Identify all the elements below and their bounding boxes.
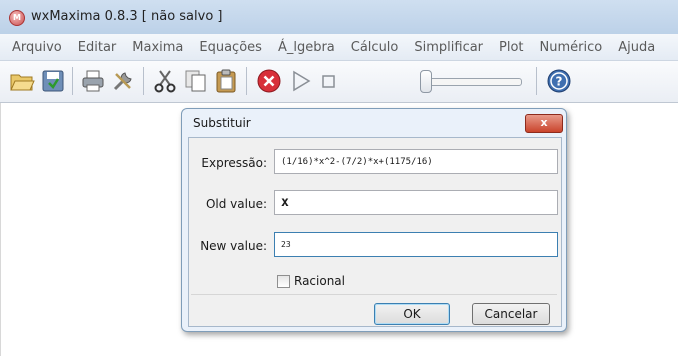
ok-button[interactable]: OK xyxy=(374,303,450,325)
menu-editar[interactable]: Editar xyxy=(70,40,125,55)
toolbar-separator xyxy=(143,67,144,95)
menu-calculo[interactable]: Cálculo xyxy=(343,40,407,55)
paste-icon[interactable] xyxy=(213,68,239,94)
open-folder-icon[interactable] xyxy=(9,68,35,94)
menu-bar: Arquivo Editar Maxima Equações Á_lgebra … xyxy=(0,34,678,61)
substitute-dialog: Substituir x Expressão: (1/16)*x^2-(7/2)… xyxy=(181,108,567,332)
toolbar-separator xyxy=(536,67,537,95)
old-value-field[interactable]: x xyxy=(274,190,558,215)
wxmaxima-app-icon: M xyxy=(9,10,25,26)
cancel-button[interactable]: Cancelar xyxy=(472,303,550,325)
expression-field[interactable]: (1/16)*x^2-(7/2)*x+(1175/16) xyxy=(274,149,558,174)
copy-icon[interactable] xyxy=(183,68,209,94)
racional-checkbox[interactable] xyxy=(277,274,290,288)
dialog-title: Substituir xyxy=(193,116,251,130)
expression-label: Expressão: xyxy=(201,156,267,170)
menu-maxima[interactable]: Maxima xyxy=(124,40,191,55)
close-icon: x xyxy=(540,116,548,129)
old-value-label: Old value: xyxy=(205,197,267,211)
menu-numerico[interactable]: Numérico xyxy=(532,40,611,55)
new-value-label: New value: xyxy=(200,239,267,253)
menu-ajuda[interactable]: Ajuda xyxy=(610,40,663,55)
toolbar-separator xyxy=(72,67,73,95)
toolbar: ? xyxy=(0,61,678,103)
help-icon[interactable]: ? xyxy=(546,68,572,94)
print-icon[interactable] xyxy=(80,68,106,94)
stop-calculation-icon[interactable] xyxy=(256,68,282,94)
play-icon[interactable] xyxy=(288,68,314,94)
menu-arquivo[interactable]: Arquivo xyxy=(4,40,70,55)
new-value-field[interactable]: 23 xyxy=(274,232,558,257)
racional-option[interactable]: Racional xyxy=(277,274,345,288)
dialog-body: Expressão: (1/16)*x^2-(7/2)*x+(1175/16) … xyxy=(188,137,562,327)
dialog-separator xyxy=(191,294,557,295)
toolbar-separator xyxy=(246,67,247,95)
stop-animation-icon[interactable] xyxy=(316,68,342,94)
menu-equacoes[interactable]: Equações xyxy=(191,40,270,55)
animation-slider-thumb[interactable] xyxy=(420,70,432,93)
svg-text:?: ? xyxy=(556,75,563,89)
window-title: wxMaxima 0.8.3 [ não salvo ] xyxy=(31,9,223,24)
close-button[interactable]: x xyxy=(525,114,563,133)
save-icon[interactable] xyxy=(40,68,66,94)
title-bar: M wxMaxima 0.8.3 [ não salvo ] xyxy=(0,0,678,34)
menu-algebra[interactable]: Á_lgebra xyxy=(270,40,343,55)
racional-label: Racional xyxy=(294,274,345,288)
animation-slider-track[interactable] xyxy=(424,78,522,86)
preferences-icon[interactable] xyxy=(110,68,136,94)
menu-simplificar[interactable]: Simplificar xyxy=(406,40,491,55)
cut-icon[interactable] xyxy=(152,68,178,94)
menu-plot[interactable]: Plot xyxy=(491,40,532,55)
